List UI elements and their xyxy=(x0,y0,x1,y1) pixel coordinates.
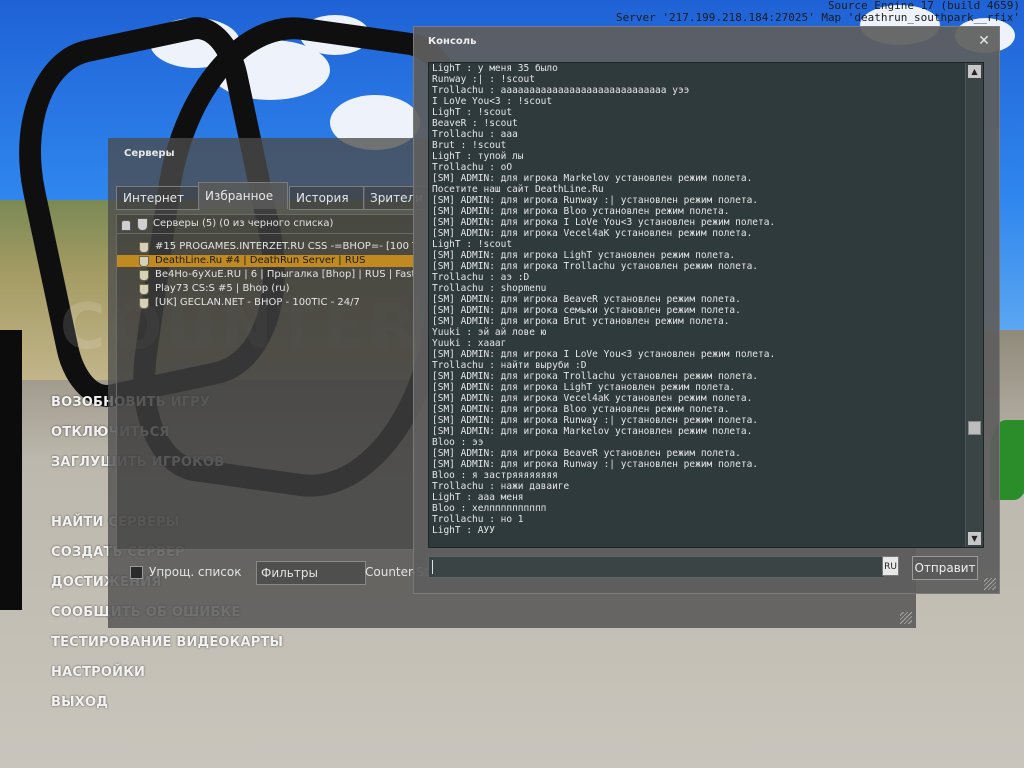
console-line: LighT : ааа меня xyxy=(432,492,524,503)
console-scrollbar[interactable]: ▲ ▼ xyxy=(965,63,983,547)
vac-shield-icon xyxy=(139,270,149,281)
menu-item-options[interactable]: НАСТРОЙКИ xyxy=(51,665,145,680)
console-line: Runway :| : !scout xyxy=(432,74,535,85)
console-title: Консоль xyxy=(428,36,477,47)
menu-item-quit[interactable]: ВЫХОД xyxy=(51,695,108,710)
console-line: Trollachu : аааааааааааааааааааааааааааа… xyxy=(432,85,690,96)
vac-shield-icon xyxy=(137,218,148,231)
console-line: [SM] ADMIN: для игрока Brut установлен р… xyxy=(432,316,730,327)
console-line: [SM] ADMIN: для игрока Markelov установл… xyxy=(432,426,753,437)
console-line: LighT : АУУ xyxy=(432,525,495,536)
console-line: I LoVe You<3 : !scout xyxy=(432,96,553,107)
server-row[interactable]: #15 PROGAMES.INTERZET.RU CSS -=BHOP=- [1… xyxy=(117,241,413,253)
keyboard-layout-badge: RU xyxy=(882,556,899,576)
console-line: LighT : у меня 35 было xyxy=(432,63,558,74)
console-line: LighT : !scout xyxy=(432,239,513,250)
server-name: [UK] GECLAN.NET - BHOP - 100TIC - 24/7 xyxy=(155,297,360,308)
text-caret xyxy=(432,560,433,574)
vac-shield-icon xyxy=(139,284,149,295)
scrollbar-thumb[interactable] xyxy=(968,421,981,435)
console-line: [SM] ADMIN: для игрока BeaveR установлен… xyxy=(432,448,741,459)
console-line: Bloo : хелпппппппппп xyxy=(432,503,547,514)
server-list: Серверы (5) (0 из черного списка) #15 PR… xyxy=(116,214,414,550)
console-line: [SM] ADMIN: для игрока BeaveR установлен… xyxy=(432,294,741,305)
servers-bottom-bar: Упрощ. список Фильтры Counter-Strike xyxy=(116,558,451,586)
server-name: Be4Ho-6yXuE.RU | 6 | Прыгалка [Bhop] | R… xyxy=(155,269,414,280)
console-line: Yuuki : эй ай лове ю xyxy=(432,327,547,338)
console-line: Trollachu : shopmenu xyxy=(432,283,547,294)
console-window: Консоль ✕ LighT : у меня 35 было Runway :… xyxy=(413,26,1000,594)
console-line: [SM] ADMIN: для игрока I LoVe You<3 уста… xyxy=(432,217,776,228)
server-row[interactable]: Play73 CS:S #5 | Bhop (ru) xyxy=(117,283,413,295)
simple-list-label: Упрощ. список xyxy=(149,565,242,579)
resize-grip-icon[interactable] xyxy=(984,578,996,590)
lock-icon xyxy=(121,220,131,231)
console-line: [SM] ADMIN: для игрока Trollachu установ… xyxy=(432,371,759,382)
vac-shield-icon xyxy=(139,242,149,253)
filters-button[interactable]: Фильтры xyxy=(256,561,366,585)
resize-grip-icon[interactable] xyxy=(900,612,912,624)
console-line: LighT : тупой лы xyxy=(432,151,524,162)
console-line: Bloo : ээ xyxy=(432,437,484,448)
console-command-input[interactable] xyxy=(428,556,885,578)
console-line: [SM] ADMIN: для игрока Bloo установлен р… xyxy=(432,404,730,415)
scroll-up-icon[interactable]: ▲ xyxy=(968,65,981,78)
console-line: Посетите наш сайт DeathLine.Ru xyxy=(432,184,604,195)
engine-info: Source Engine 17 (build 4659) Server '21… xyxy=(616,0,1020,24)
console-line: Trollachu : но 1 xyxy=(432,514,524,525)
close-icon[interactable]: ✕ xyxy=(977,34,991,48)
console-line: [SM] ADMIN: для игрока Trollachu установ… xyxy=(432,261,759,272)
send-button[interactable]: Отправит xyxy=(912,556,978,580)
scroll-down-icon[interactable]: ▼ xyxy=(968,532,981,545)
vac-shield-icon xyxy=(139,256,149,267)
server-list-header: Серверы (5) (0 из черного списка) xyxy=(117,215,413,234)
servers-window-title: Серверы xyxy=(124,148,175,159)
server-row[interactable]: [UK] GECLAN.NET - BHOP - 100TIC - 24/7 xyxy=(117,297,413,309)
simple-list-checkbox[interactable] xyxy=(130,566,143,579)
console-line: [SM] ADMIN: для игрока Runway :| установ… xyxy=(432,415,759,426)
server-list-count: Серверы (5) (0 из черного списка) xyxy=(153,218,334,229)
console-line: BeaveR : !scout xyxy=(432,118,518,129)
console-line: [SM] ADMIN: для игрока Runway :| установ… xyxy=(432,195,759,206)
console-line: Trollachu : нажи даваиге xyxy=(432,481,570,492)
menu-item-video-stress-test[interactable]: ТЕСТИРОВАНИЕ ВИДЕОКАРТЫ xyxy=(51,635,283,650)
console-line: Brut : !scout xyxy=(432,140,507,151)
console-line: [SM] ADMIN: для игрока семьки установлен… xyxy=(432,305,741,316)
server-map-info: Server '217.199.218.184:27025' Map 'deat… xyxy=(616,11,1020,24)
tab-history[interactable]: История xyxy=(289,186,365,210)
console-line: [SM] ADMIN: для игрока Vecel4aK установл… xyxy=(432,393,753,404)
console-line: Bloo : я застряяяяяяяя xyxy=(432,470,558,481)
pillar xyxy=(0,330,22,610)
console-line: [SM] ADMIN: для игрока Bloo установлен р… xyxy=(432,206,730,217)
server-name: DeathLine.Ru #4 | DeathRun Server | RUS xyxy=(155,255,366,266)
server-row-selected[interactable]: DeathLine.Ru #4 | DeathRun Server | RUS xyxy=(117,255,413,267)
console-line: [SM] ADMIN: для игрока LighT установлен … xyxy=(432,382,736,393)
console-line: Trollachu : найти выруби :D xyxy=(432,360,587,371)
console-line: Yuuki : хаааг xyxy=(432,338,507,349)
console-line: [SM] ADMIN: для игрока Vecel4aK установл… xyxy=(432,228,753,239)
console-log-lines: LighT : у меня 35 было Runway :| : !scout… xyxy=(432,63,962,536)
console-line: [SM] ADMIN: для игрока Markelov установл… xyxy=(432,173,753,184)
vac-shield-icon xyxy=(139,298,149,309)
console-log: LighT : у меня 35 было Runway :| : !scout… xyxy=(428,62,984,548)
server-row[interactable]: Be4Ho-6yXuE.RU | 6 | Прыгалка [Bhop] | R… xyxy=(117,269,413,281)
console-line: Trollachu : ааа xyxy=(432,129,518,140)
server-name: #15 PROGAMES.INTERZET.RU CSS -=BHOP=- [1… xyxy=(155,241,414,252)
console-line: Trollachu : оО xyxy=(432,162,513,173)
console-line: LighT : !scout xyxy=(432,107,513,118)
console-line: [SM] ADMIN: для игрока I LoVe You<3 уста… xyxy=(432,349,776,360)
server-name: Play73 CS:S #5 | Bhop (ru) xyxy=(155,283,290,294)
console-line: [SM] ADMIN: для игрока Runway :| установ… xyxy=(432,459,759,470)
console-line: [SM] ADMIN: для игрока LighT установлен … xyxy=(432,250,736,261)
tab-favorites[interactable]: Избранное xyxy=(198,182,288,209)
tab-internet[interactable]: Интернет xyxy=(116,186,200,210)
console-line: Trollachu : аэ :D xyxy=(432,272,530,283)
